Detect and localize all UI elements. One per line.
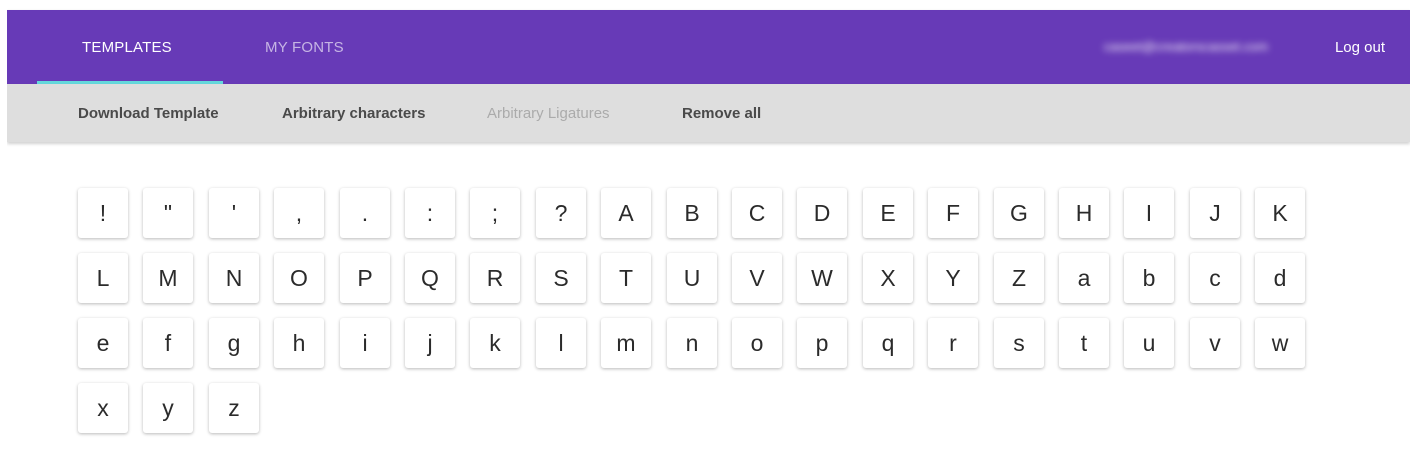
glyph-button[interactable]: H [1059,188,1109,238]
tab-my-fonts[interactable]: MY FONTS [265,10,344,84]
glyph-button[interactable]: G [994,188,1044,238]
glyph-button[interactable]: R [470,253,520,303]
glyph-button[interactable]: I [1124,188,1174,238]
glyph-button[interactable]: r [928,318,978,368]
glyph-button[interactable]: q [863,318,913,368]
glyph-button[interactable]: W [797,253,847,303]
glyph-button[interactable]: " [143,188,193,238]
top-app-bar: TEMPLATES MY FONTS caseet@creatorscasset… [7,10,1410,84]
glyph-button[interactable]: ! [78,188,128,238]
glyph-button[interactable]: Z [994,253,1044,303]
glyph-button[interactable]: X [863,253,913,303]
glyph-button[interactable]: n [667,318,717,368]
glyph-button[interactable]: u [1124,318,1174,368]
glyph-button[interactable]: P [340,253,390,303]
glyph-button[interactable]: t [1059,318,1109,368]
glyph-button[interactable]: p [797,318,847,368]
glyph-button[interactable]: : [405,188,455,238]
glyph-button[interactable]: c [1190,253,1240,303]
window-edge [0,0,7,472]
glyph-button[interactable]: k [470,318,520,368]
glyph-button[interactable]: A [601,188,651,238]
arbitrary-ligatures-button[interactable]: Arbitrary Ligatures [487,84,610,142]
glyph-button[interactable]: J [1190,188,1240,238]
glyph-button[interactable]: S [536,253,586,303]
glyph-button[interactable]: g [209,318,259,368]
glyph-button[interactable]: B [667,188,717,238]
app-window: TEMPLATES MY FONTS caseet@creatorscasset… [0,0,1410,472]
glyph-button[interactable]: T [601,253,651,303]
glyph-button[interactable]: , [274,188,324,238]
glyph-button[interactable]: L [78,253,128,303]
glyph-button[interactable]: i [340,318,390,368]
template-toolbar: Download Template Arbitrary characters A… [7,84,1410,142]
arbitrary-characters-button[interactable]: Arbitrary characters [282,84,425,142]
glyph-button[interactable]: Q [405,253,455,303]
glyph-button[interactable]: . [340,188,390,238]
glyph-button[interactable]: m [601,318,651,368]
glyph-button[interactable]: K [1255,188,1305,238]
glyph-button[interactable]: s [994,318,1044,368]
glyph-button[interactable]: x [78,383,128,433]
glyph-button[interactable]: E [863,188,913,238]
glyph-button[interactable]: f [143,318,193,368]
glyph-button[interactable]: y [143,383,193,433]
glyph-button[interactable]: F [928,188,978,238]
glyph-button[interactable]: j [405,318,455,368]
glyph-button[interactable]: N [209,253,259,303]
tab-templates[interactable]: TEMPLATES [82,10,172,84]
glyph-button[interactable]: h [274,318,324,368]
glyph-button[interactable]: l [536,318,586,368]
glyph-button[interactable]: D [797,188,847,238]
glyph-button[interactable]: z [209,383,259,433]
glyph-button[interactable]: b [1124,253,1174,303]
glyph-button[interactable]: a [1059,253,1109,303]
glyph-button[interactable]: M [143,253,193,303]
user-email: caseet@creatorscasset.com [1103,38,1269,54]
glyph-button[interactable]: o [732,318,782,368]
glyph-button[interactable]: e [78,318,128,368]
glyph-button[interactable]: V [732,253,782,303]
glyph-button[interactable]: ; [470,188,520,238]
glyph-button[interactable]: U [667,253,717,303]
glyph-button[interactable]: O [274,253,324,303]
logout-button[interactable]: Log out [1335,10,1385,84]
glyph-button[interactable]: C [732,188,782,238]
glyph-button[interactable]: Y [928,253,978,303]
glyph-button[interactable]: ' [209,188,259,238]
glyph-button[interactable]: w [1255,318,1305,368]
glyph-button[interactable]: v [1190,318,1240,368]
download-template-button[interactable]: Download Template [78,84,219,142]
glyph-button[interactable]: d [1255,253,1305,303]
remove-all-button[interactable]: Remove all [682,84,761,142]
glyph-button[interactable]: ? [536,188,586,238]
